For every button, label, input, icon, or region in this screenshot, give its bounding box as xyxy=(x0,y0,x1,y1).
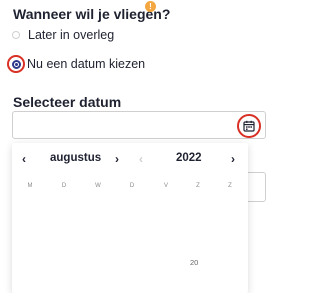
next-month-button[interactable]: › xyxy=(115,152,119,166)
weekday-thu: D xyxy=(129,183,135,189)
weekday-mon: M xyxy=(27,183,33,189)
year-label[interactable]: 2022 xyxy=(176,152,202,164)
weekday-tue: D xyxy=(61,183,67,189)
date-input[interactable] xyxy=(12,111,266,139)
datepicker-header: ‹ augustus › ‹ 2022 › xyxy=(12,143,248,173)
prev-month-button[interactable]: ‹ xyxy=(22,152,26,166)
radio-later-label: Later in overleg xyxy=(28,28,115,42)
radio-unselected-icon[interactable] xyxy=(12,31,20,39)
month-label[interactable]: augustus xyxy=(50,152,101,164)
calendar-icon xyxy=(243,120,255,132)
day-cell[interactable]: 20 xyxy=(190,258,198,267)
prev-year-button[interactable]: ‹ xyxy=(139,152,143,166)
weekday-sat: Z xyxy=(196,183,200,189)
next-year-button[interactable]: › xyxy=(231,152,235,166)
radio-later[interactable]: Later in overleg xyxy=(12,27,114,43)
weekday-sun: Z xyxy=(228,183,232,189)
radio-selected-icon[interactable] xyxy=(7,55,25,73)
weekday-header: M D W D V Z Z xyxy=(12,183,248,197)
radio-choose-date-label: Nu een datum kiezen xyxy=(27,57,146,71)
radio-choose-date[interactable]: Nu een datum kiezen xyxy=(7,55,146,73)
date-label: Selecteer datum xyxy=(13,94,122,110)
weekday-wed: W xyxy=(95,183,101,189)
info-badge[interactable]: ! xyxy=(145,1,156,12)
datepicker: ‹ augustus › ‹ 2022 › M D W D V Z Z 20 xyxy=(12,143,248,293)
weekday-fri: V xyxy=(163,183,168,189)
calendar-button[interactable] xyxy=(237,114,261,138)
